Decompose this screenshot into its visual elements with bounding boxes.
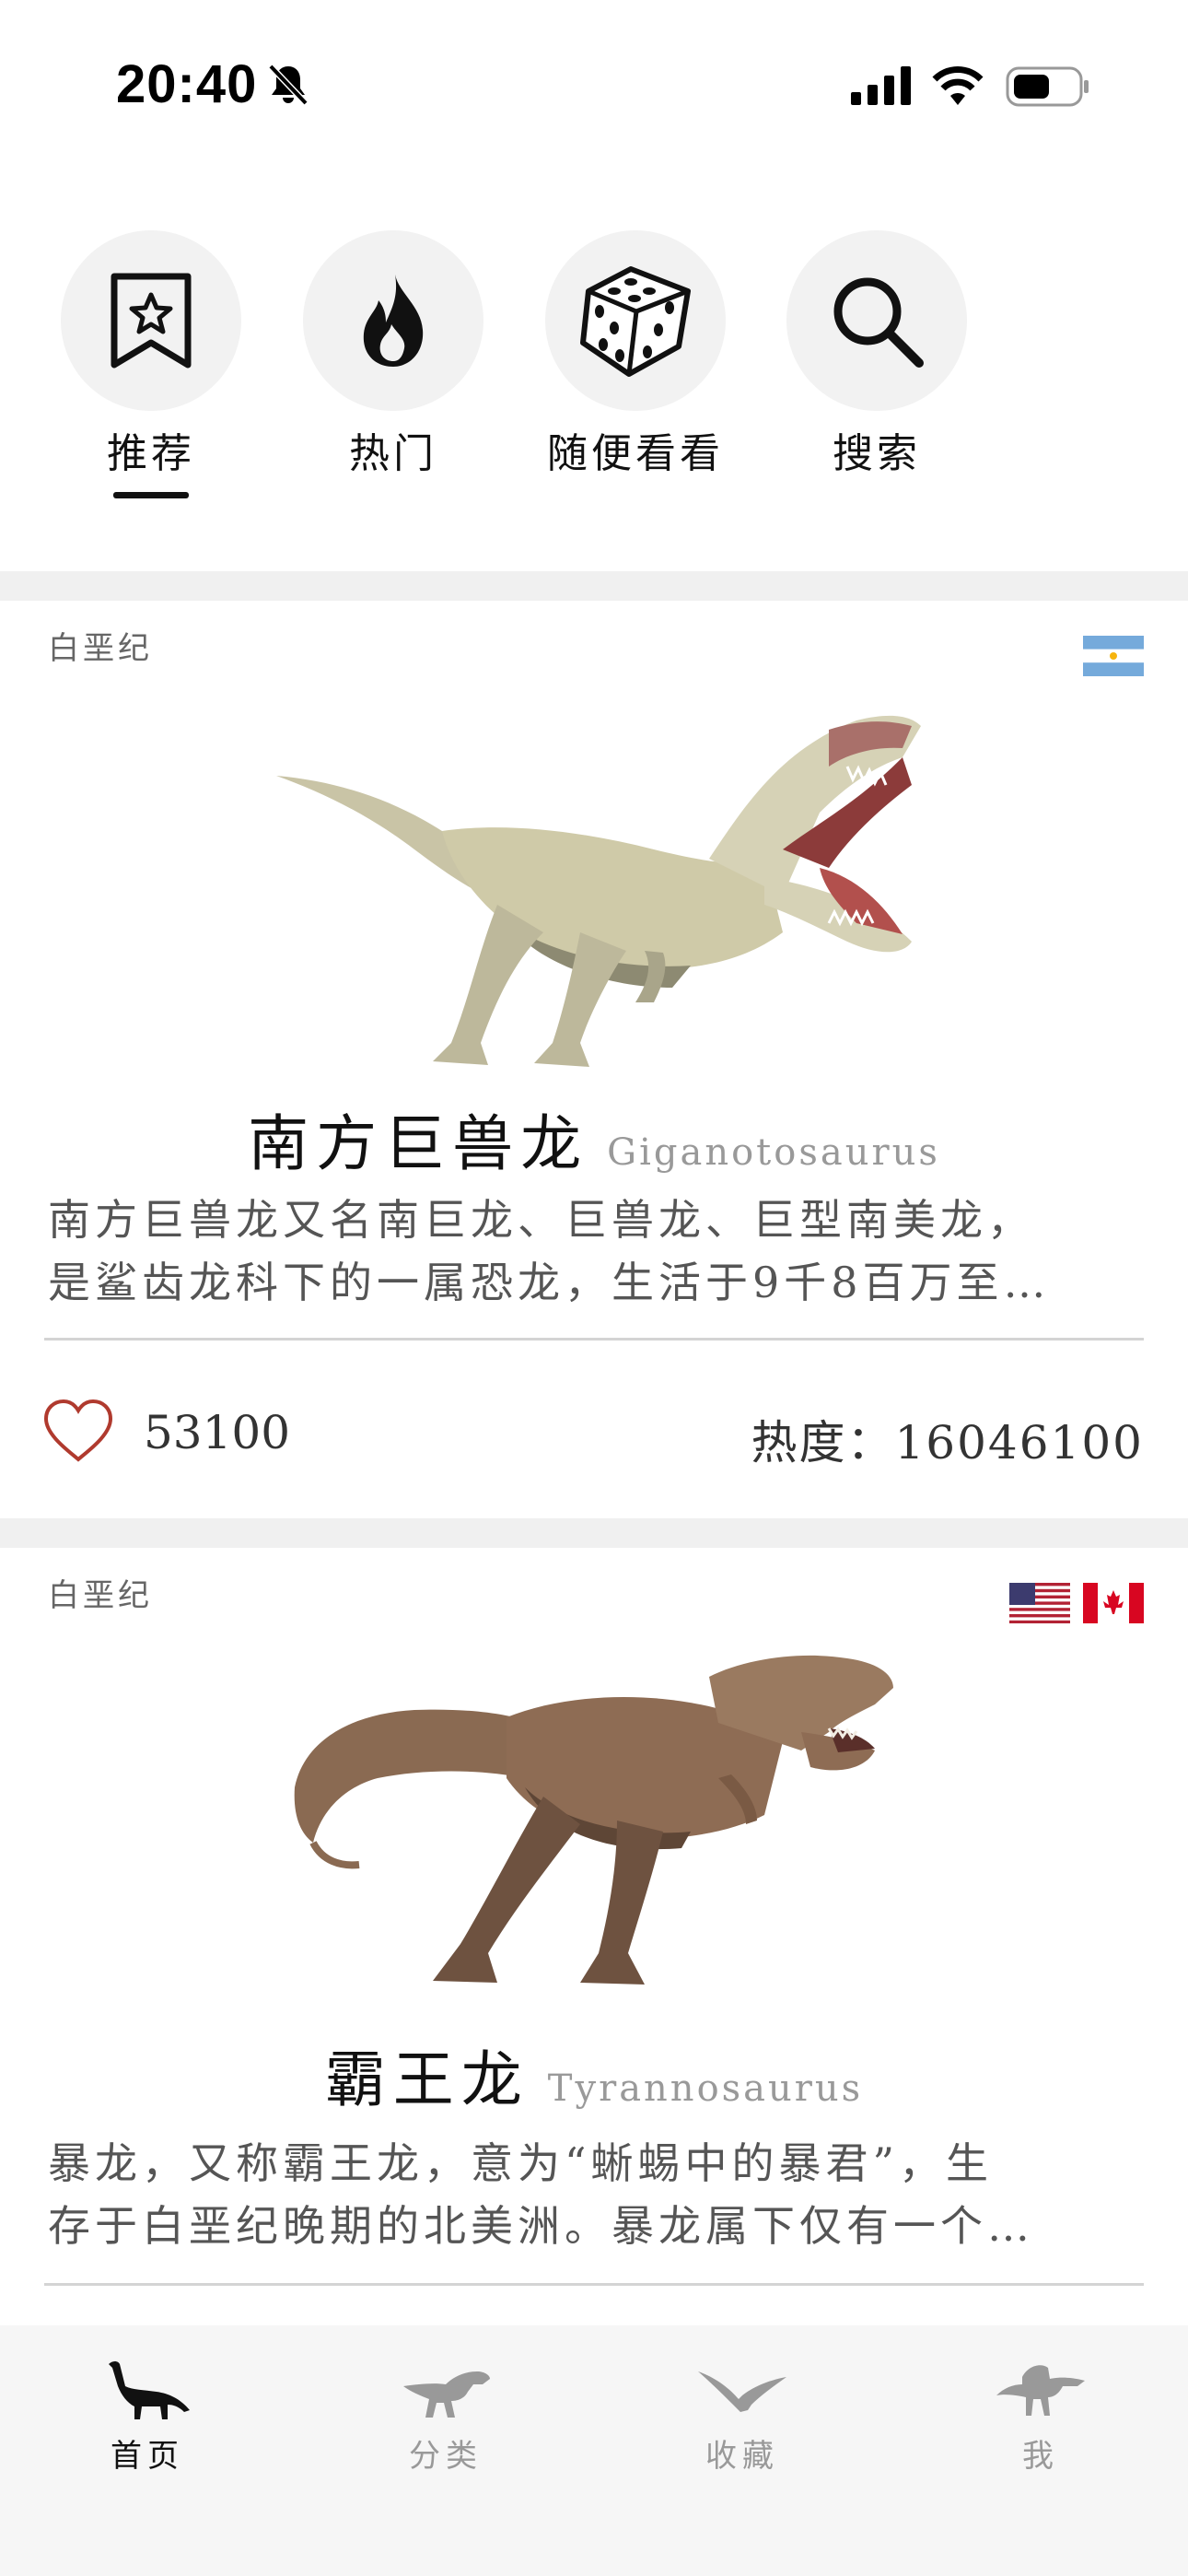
battery-icon bbox=[1006, 66, 1089, 107]
brachiosaurus-icon bbox=[109, 2361, 190, 2419]
period-label: 白垩纪 bbox=[48, 1577, 153, 1614]
nav-item-hot[interactable]: 热门 bbox=[301, 230, 485, 479]
heart-icon[interactable] bbox=[42, 1399, 114, 1463]
dinosaur-name-row: 南方巨兽龙 Giganotosaurus bbox=[0, 1095, 1188, 1183]
search-icon bbox=[833, 277, 924, 368]
period-label: 白垩纪 bbox=[48, 630, 153, 667]
nav-label: 热门 bbox=[349, 430, 437, 477]
divider bbox=[44, 1338, 1144, 1341]
dinosaur-image bbox=[285, 1640, 903, 2012]
nav-circle bbox=[545, 230, 726, 411]
spinosaurus-icon bbox=[996, 2365, 1085, 2416]
dinosaur-latin-name: Tyrannosaurus bbox=[547, 2067, 864, 2110]
flag-list bbox=[1083, 636, 1144, 676]
active-indicator bbox=[113, 492, 189, 498]
usa-flag-icon bbox=[1009, 1583, 1070, 1623]
description-line: 南方巨兽龙又名南巨龙、巨兽龙、巨型南美龙， bbox=[48, 1195, 1034, 1245]
dinosaur-chinese-name: 南方巨兽龙 bbox=[248, 1108, 589, 1179]
nav-label: 搜索 bbox=[833, 430, 921, 477]
dinosaur-description: 暴龙，又称霸王龙，意为“蜥蜴中的暴君”，生 存于白垩纪晚期的北美洲。暴龙属下仅有… bbox=[48, 2132, 1140, 2257]
top-category-nav: 推荐 热门 随便看看 搜索 bbox=[0, 230, 1188, 534]
wifi-icon bbox=[932, 66, 984, 105]
nav-item-random[interactable]: 随便看看 bbox=[543, 230, 728, 479]
nav-item-search[interactable]: 搜索 bbox=[785, 230, 969, 479]
nav-circle bbox=[61, 230, 241, 411]
tab-favorites[interactable]: 收藏 bbox=[650, 2359, 834, 2476]
flag-list bbox=[1009, 1583, 1144, 1623]
status-bar: 20:40 bbox=[0, 0, 1188, 175]
flame-icon bbox=[363, 275, 424, 367]
dinosaur-card[interactable]: 白垩纪 bbox=[0, 1548, 1188, 2325]
tab-category[interactable]: 分类 bbox=[354, 2359, 538, 2476]
heat-value: 热度：16046100 bbox=[751, 1416, 1144, 1469]
nav-label: 随便看看 bbox=[547, 430, 724, 477]
status-time: 20:40 bbox=[116, 54, 258, 114]
description-line: 存于白垩纪晚期的北美洲。暴龙属下仅有一个… bbox=[48, 2201, 1034, 2251]
tab-label: 首页 bbox=[111, 2438, 184, 2475]
nav-circle bbox=[786, 230, 967, 411]
tab-label: 我 bbox=[1022, 2438, 1059, 2475]
dinosaur-description: 南方巨兽龙又名南巨龙、巨兽龙、巨型南美龙， 是鲨齿龙科下的一属恐龙，生活于9千8… bbox=[48, 1188, 1140, 1314]
pterosaur-icon bbox=[698, 2371, 786, 2412]
bell-muted-icon bbox=[268, 64, 309, 106]
dinosaur-image bbox=[267, 693, 930, 1083]
trex-icon bbox=[403, 2371, 490, 2418]
section-gap bbox=[0, 571, 1188, 601]
dinosaur-latin-name: Giganotosaurus bbox=[607, 1131, 940, 1174]
signal-icon bbox=[851, 66, 911, 105]
bottom-tab-bar: 首页 分类 收藏 我 bbox=[0, 2325, 1188, 2576]
tab-home[interactable]: 首页 bbox=[55, 2359, 239, 2476]
tab-label: 分类 bbox=[409, 2438, 483, 2475]
card-stats: 53100 热度：16046100 bbox=[0, 1399, 1188, 1472]
section-gap bbox=[0, 1518, 1188, 1548]
dinosaur-chinese-name: 霸王龙 bbox=[324, 2044, 530, 2115]
tab-label: 收藏 bbox=[705, 2438, 779, 2475]
dice-icon bbox=[580, 266, 691, 377]
description-line: 是鲨齿龙科下的一属恐龙，生活于9千8百万至… bbox=[48, 1258, 1051, 1307]
like-count: 53100 bbox=[144, 1406, 291, 1459]
divider bbox=[44, 2283, 1144, 2286]
tab-me[interactable]: 我 bbox=[949, 2359, 1133, 2476]
nav-label: 推荐 bbox=[107, 430, 195, 477]
argentina-flag-icon bbox=[1083, 636, 1144, 676]
nav-circle bbox=[303, 230, 483, 411]
dinosaur-card[interactable]: 白垩纪 bbox=[0, 601, 1188, 1518]
nav-item-recommend[interactable]: 推荐 bbox=[59, 230, 243, 498]
canada-flag-icon bbox=[1083, 1583, 1144, 1623]
description-line: 暴龙，又称霸王龙，意为“蜥蜴中的暴君”，生 bbox=[48, 2138, 994, 2188]
bookmark-star-icon bbox=[111, 273, 192, 369]
dinosaur-name-row: 霸王龙 Tyrannosaurus bbox=[0, 2031, 1188, 2119]
